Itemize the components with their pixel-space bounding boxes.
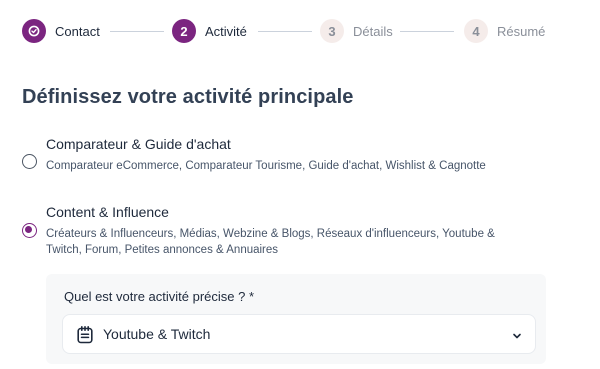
- step-label-details: Détails: [353, 23, 393, 39]
- step-number: 3: [320, 19, 344, 43]
- step-number: 2: [172, 19, 196, 43]
- notepad-icon: [75, 325, 95, 345]
- option-title: Comparateur & Guide d'achat: [46, 136, 231, 152]
- step-label-contact: Contact: [55, 23, 100, 39]
- step-activite[interactable]: 2 Activité: [172, 19, 247, 43]
- chevron-down-icon[interactable]: [511, 329, 523, 341]
- step-number: 4: [464, 19, 488, 43]
- option-title: Content & Influence: [46, 204, 169, 220]
- activity-select-value: Youtube & Twitch: [103, 326, 211, 342]
- step-connector: [258, 31, 312, 32]
- step-connector: [110, 31, 164, 32]
- step-resume[interactable]: 4 Résumé: [464, 19, 545, 43]
- step-contact[interactable]: Contact: [22, 19, 100, 43]
- step-details[interactable]: 3 Détails: [320, 19, 393, 43]
- radio-content-influence[interactable]: [22, 223, 37, 238]
- check-icon: [22, 19, 46, 43]
- option-description: Créateurs & Influenceurs, Médias, Webzin…: [46, 228, 495, 256]
- option-description: Comparateur eCommerce, Comparateur Touri…: [46, 160, 486, 172]
- step-label-activite: Activité: [205, 23, 247, 39]
- option-content-influence[interactable]: Content & Influence Créateurs & Influenc…: [22, 204, 542, 260]
- activity-select-label: Quel est votre activité précise ? *: [64, 289, 255, 304]
- activity-select[interactable]: Youtube & Twitch: [62, 314, 536, 354]
- step-connector: [400, 31, 454, 32]
- step-label-resume: Résumé: [497, 23, 546, 39]
- page-title: Définissez votre activité principale: [22, 86, 354, 108]
- progress-stepper: Contact 2 Activité 3 Détails 4 Résumé: [22, 19, 582, 43]
- activity-detail-panel: Quel est votre activité précise ? * Yout…: [46, 274, 546, 364]
- option-comparateur[interactable]: Comparateur & Guide d'achat Comparateur …: [22, 136, 542, 188]
- radio-comparateur[interactable]: [22, 154, 37, 169]
